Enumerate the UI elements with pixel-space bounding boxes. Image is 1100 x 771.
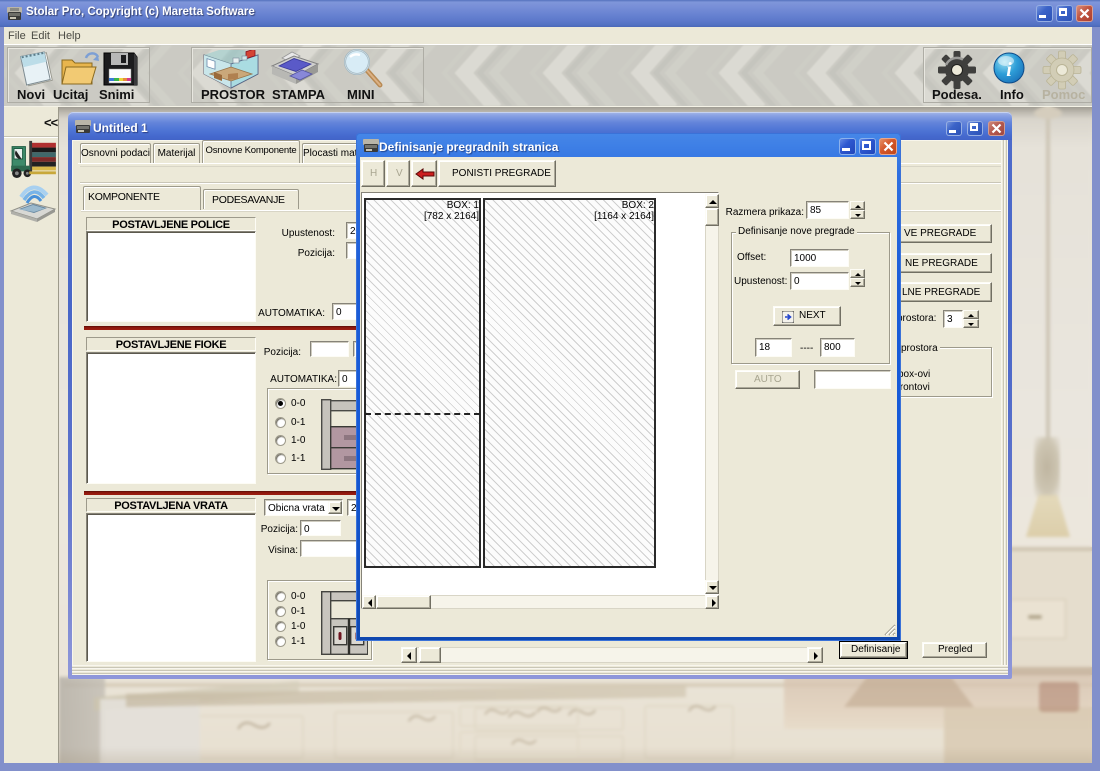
svg-text:i: i xyxy=(1006,59,1012,81)
